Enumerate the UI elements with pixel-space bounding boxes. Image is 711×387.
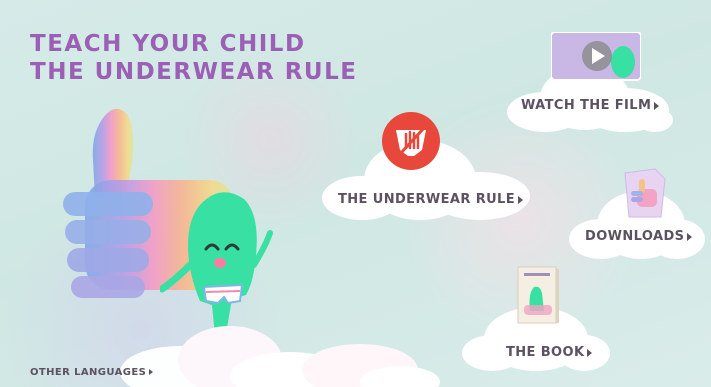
arrow-right-icon (587, 348, 593, 357)
downloads-link[interactable]: DOWNLOADS (585, 229, 693, 244)
downloads-label: DOWNLOADS (585, 229, 685, 244)
book-link[interactable]: THE BOOK (506, 345, 593, 360)
page-title: TEACH YOUR CHILD THE UNDERWEAR RULE (30, 30, 357, 86)
other-languages-label: OTHER LANGUAGES (30, 367, 147, 378)
watch-film-label: WATCH THE FILM (521, 98, 652, 113)
page-title-line2: THE UNDERWEAR RULE (30, 59, 358, 85)
arrow-right-icon (518, 195, 524, 204)
downloads-cloud[interactable]: DOWNLOADS (565, 165, 705, 265)
watch-film-link[interactable]: WATCH THE FILM (521, 98, 660, 113)
underwear-rule-cloud[interactable]: THE UNDERWEAR RULE (320, 110, 535, 225)
stop-hand-icon (382, 112, 440, 170)
underwear-rule-link[interactable]: THE UNDERWEAR RULE (338, 192, 524, 207)
book-cloud[interactable]: THE BOOK (460, 265, 610, 375)
arrow-right-icon (687, 232, 693, 241)
thumbs-up-document-icon (624, 168, 666, 218)
page-title-line1: TEACH YOUR CHILD (30, 31, 306, 57)
play-icon (551, 32, 641, 81)
other-languages-link[interactable]: OTHER LANGUAGES (30, 367, 154, 378)
arrow-right-icon (654, 101, 660, 110)
underwear-rule-label: THE UNDERWEAR RULE (338, 192, 516, 207)
book-icon (517, 266, 559, 324)
page: TEACH YOUR CHILD THE UNDERWEAR RULE WATC… (0, 0, 711, 387)
book-label: THE BOOK (506, 345, 585, 360)
arrow-right-icon (149, 369, 154, 375)
bottom-clouds-decoration (120, 326, 440, 387)
